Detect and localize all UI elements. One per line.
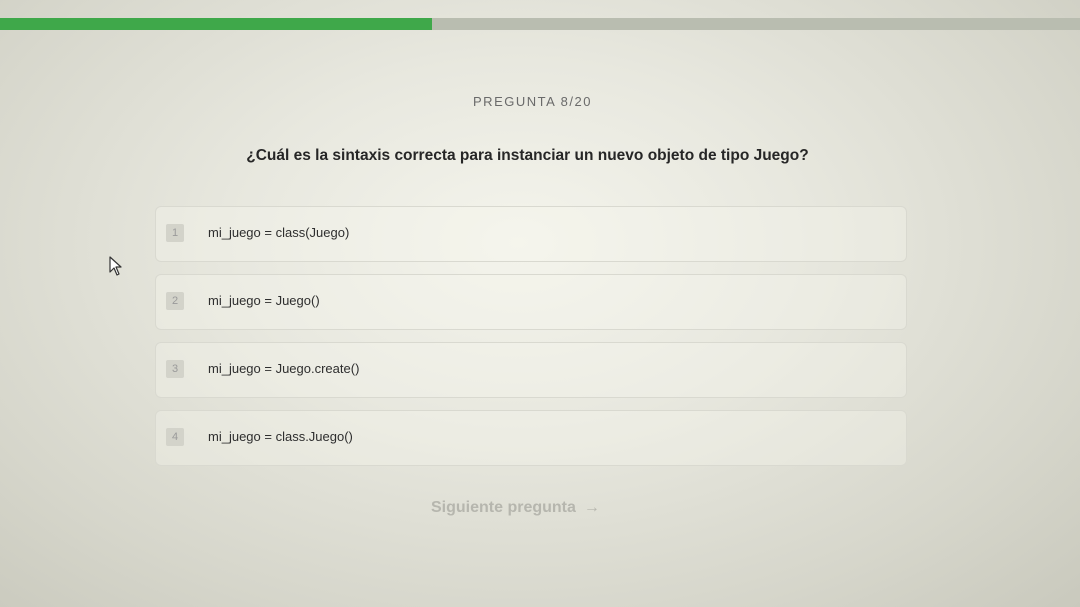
next-question-button[interactable]: Siguiente pregunta →	[427, 495, 604, 521]
answer-option-3[interactable]: 3 mi_juego = Juego.create()	[155, 342, 907, 398]
answer-option-2[interactable]: 2 mi_juego = Juego()	[155, 274, 907, 330]
option-number: 4	[166, 428, 184, 446]
option-number: 3	[166, 360, 184, 378]
option-number: 2	[166, 292, 184, 310]
question-counter: PREGUNTA 8/20	[473, 94, 592, 109]
answer-option-1[interactable]: 1 mi_juego = class(Juego)	[155, 206, 907, 262]
next-question-label: Siguiente pregunta	[431, 499, 576, 516]
mouse-cursor-icon	[109, 256, 122, 276]
option-label: mi_juego = Juego.create()	[208, 361, 360, 376]
progress-bar-fill	[0, 18, 432, 30]
option-label: mi_juego = Juego()	[208, 293, 320, 308]
question-text: ¿Cuál es la sintaxis correcta para insta…	[246, 147, 809, 164]
answer-option-4[interactable]: 4 mi_juego = class.Juego()	[155, 410, 907, 466]
option-label: mi_juego = class.Juego()	[208, 429, 353, 444]
option-number: 1	[166, 224, 184, 242]
arrow-right-icon: →	[583, 499, 600, 516]
option-label: mi_juego = class(Juego)	[208, 225, 350, 240]
progress-bar	[0, 18, 1080, 30]
answer-options: 1 mi_juego = class(Juego) 2 mi_juego = J…	[155, 206, 907, 478]
